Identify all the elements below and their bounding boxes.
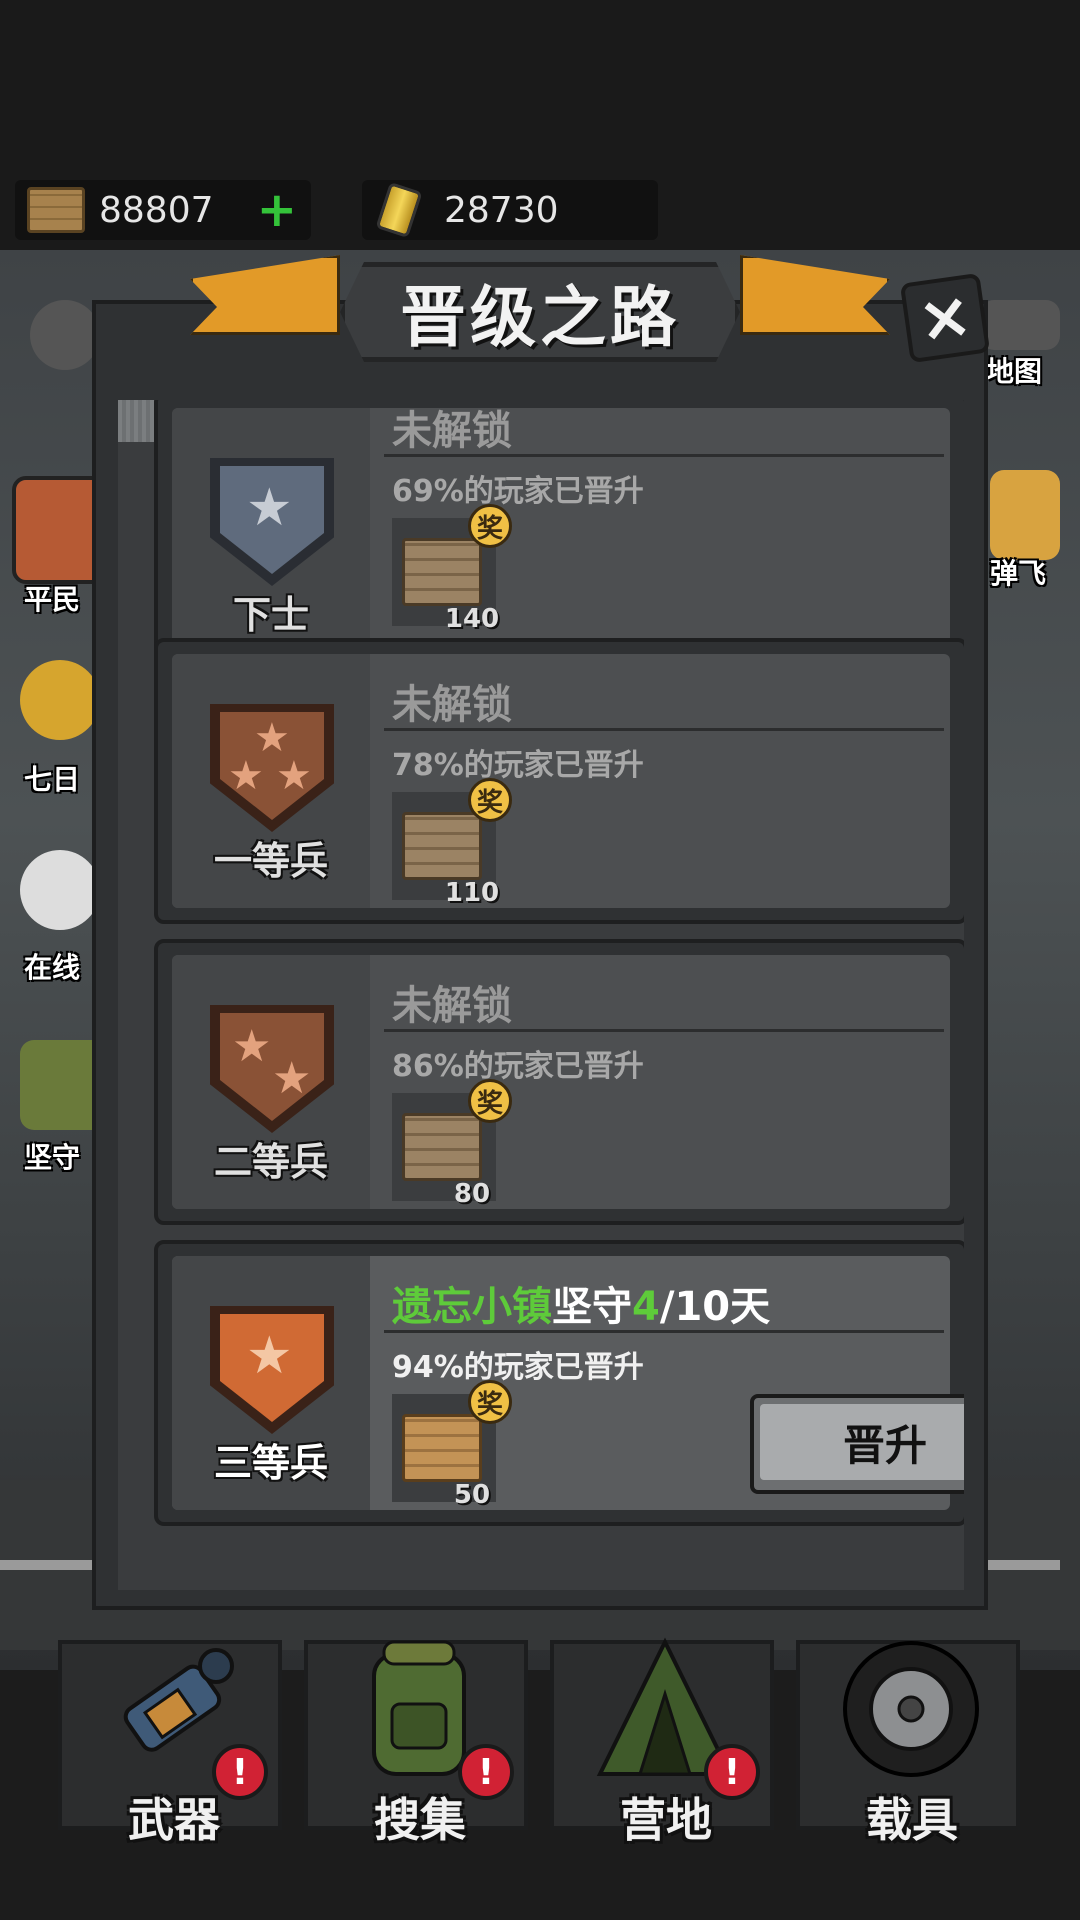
rank-name: 下士	[232, 593, 309, 637]
rank-status: 未解锁	[392, 983, 512, 1029]
close-icon: ×	[913, 277, 977, 359]
reward-crate[interactable]: 奖 140	[392, 504, 512, 634]
add-crates-plus-icon[interactable]: +	[257, 186, 297, 234]
rank-status: 未解锁	[392, 682, 512, 728]
seven-day-icon[interactable]	[20, 660, 100, 740]
rank-name: 三等兵	[213, 1441, 328, 1485]
side-label-bounce: 弹飞	[990, 557, 1047, 590]
rank-shield-icon: ★ ★ ★	[210, 704, 334, 832]
requirement-map-name: 遗忘小镇	[392, 1284, 552, 1330]
promoted-percent: 69%的玩家已晋升	[392, 474, 644, 509]
reward-amount: 110	[444, 878, 500, 908]
side-label-online: 在线	[24, 951, 81, 984]
reward-badge-icon: 奖	[468, 504, 512, 548]
crate-resource: 88807 +	[15, 180, 311, 240]
side-label-hold: 坚守	[24, 1141, 81, 1174]
crate-icon	[402, 812, 482, 880]
reward-crate[interactable]: 奖 50	[392, 1380, 512, 1510]
crate-icon	[402, 538, 482, 606]
rank-shield-icon: ★	[210, 458, 334, 586]
rank-name: 一等兵	[213, 839, 328, 883]
star-icon: ★	[246, 1326, 293, 1386]
crate-icon	[402, 1113, 482, 1181]
dialog-title: 晋级之路	[400, 279, 680, 356]
star-icon: ★	[246, 478, 293, 538]
resource-bar: 88807 + 28730	[0, 0, 1080, 250]
reward-badge-icon: 奖	[468, 1079, 512, 1123]
rank-shield-icon: ★ ★	[210, 1005, 334, 1133]
rank-shield-icon: ★	[210, 1306, 334, 1434]
tire-icon	[843, 1641, 979, 1777]
star-icon: ★	[272, 1053, 312, 1104]
requirement-action: 坚守	[552, 1284, 632, 1330]
crate-count: 88807	[99, 189, 214, 231]
promoted-percent: 78%的玩家已晋升	[392, 748, 644, 783]
reward-crate[interactable]: 奖 110	[392, 778, 512, 908]
star-icon: ★	[232, 1021, 272, 1072]
close-button[interactable]: ×	[899, 272, 991, 364]
promoted-percent: 86%的玩家已晋升	[392, 1049, 644, 1084]
side-label-civilian: 平民	[24, 583, 81, 616]
reward-amount: 80	[453, 1179, 491, 1209]
rank-name: 二等兵	[213, 1140, 328, 1184]
nav-weapons[interactable]: ! 武器	[58, 1640, 282, 1847]
reward-amount: 140	[444, 604, 500, 634]
promote-button-label: 晋升	[842, 1420, 927, 1470]
reward-badge-icon: 奖	[468, 1380, 512, 1424]
map-icon[interactable]	[980, 300, 1060, 350]
rank-card-private-first-class: ★ ★ ★ 一等兵 未解锁 78%的玩家已晋升 奖 110	[154, 638, 964, 924]
nav-weapons-label: 武器	[128, 1793, 220, 1847]
nav-vehicle-label: 载具	[866, 1793, 958, 1847]
crate-icon	[27, 187, 85, 233]
promoted-percent: 94%的玩家已晋升	[392, 1350, 644, 1385]
online-reward-icon[interactable]	[20, 850, 100, 930]
nav-collect[interactable]: ! 搜集	[304, 1640, 528, 1847]
nav-vehicle[interactable]: 载具	[796, 1640, 1020, 1847]
can-resource: 28730	[362, 180, 658, 240]
requirement-progress: 4	[632, 1284, 660, 1330]
settings-gear-icon[interactable]	[30, 300, 100, 370]
promote-button[interactable]: 晋升	[750, 1394, 964, 1494]
reward-badge-icon: 奖	[468, 778, 512, 822]
requirement-total: /10天	[659, 1284, 771, 1330]
reward-crate[interactable]: 奖 80	[392, 1079, 512, 1209]
rank-card-private-third-class: ★ 三等兵 遗忘小镇坚守4/10天 94%的玩家已晋升 奖 50 晋升	[154, 1240, 964, 1526]
nav-camp[interactable]: ! 营地	[550, 1637, 774, 1847]
star-icon: ★	[228, 753, 264, 799]
star-icon: ★	[276, 753, 312, 799]
reward-amount: 50	[453, 1480, 491, 1510]
crate-icon	[402, 1414, 482, 1482]
rank-card-private-second-class: ★ ★ 二等兵 未解锁 86%的玩家已晋升 奖 80	[154, 939, 964, 1225]
rank-status: 未解锁	[392, 408, 512, 454]
can-icon	[375, 181, 423, 239]
dialog-title-banner: 晋级之路	[340, 262, 740, 362]
bullet-wing-icon[interactable]	[990, 470, 1060, 560]
rank-list[interactable]: ★ 下士 未解锁 69%的玩家已晋升 奖 140 ★ ★ ★ 一等兵 未解锁 7…	[118, 400, 964, 1590]
rank-card-corporal: ★ 下士 未解锁 69%的玩家已晋升 奖 140	[154, 400, 964, 678]
promotion-dialog: ★ 下士 未解锁 69%的玩家已晋升 奖 140 ★ ★ ★ 一等兵 未解锁 7…	[92, 300, 988, 1610]
nav-camp-label: 营地	[620, 1793, 712, 1847]
rank-requirement: 遗忘小镇坚守4/10天	[392, 1274, 770, 1332]
side-label-map: 地图	[986, 355, 1043, 388]
nav-collect-label: 搜集	[374, 1793, 466, 1847]
side-label-seven-day: 七日	[24, 763, 81, 796]
can-count: 28730	[444, 189, 559, 231]
